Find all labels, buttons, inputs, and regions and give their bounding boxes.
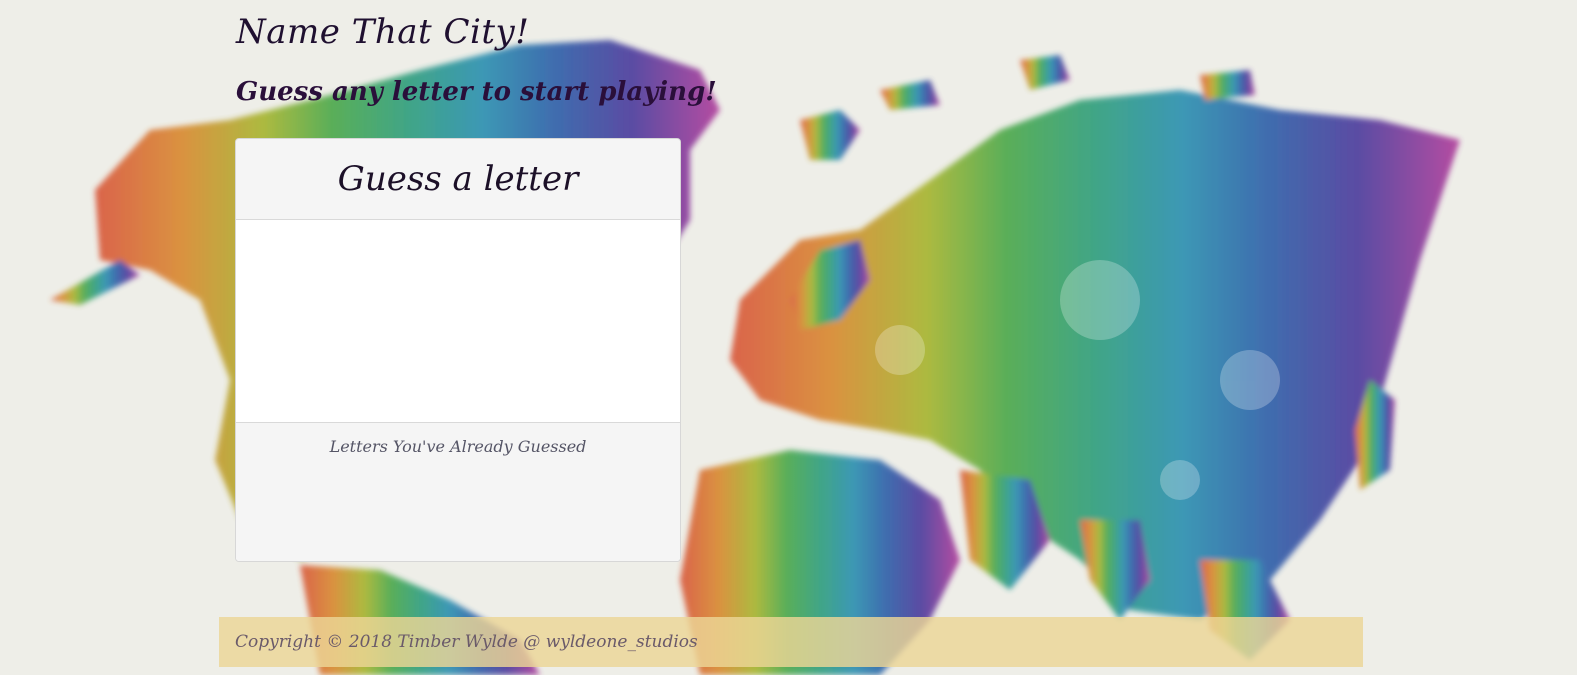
panel-heading: Guess a letter [236,139,680,220]
guessed-letters-label: Letters You've Already Guessed [329,437,587,456]
game-panel: Guess a letter Letters You've Already Gu… [235,138,681,562]
current-word-area [236,220,680,423]
page-title: Name That City! [236,12,530,52]
footer: Copyright © 2018 Timber Wylde @ wyldeone… [219,617,1363,667]
instructions-subtitle: Guess any letter to start playing! [236,77,717,107]
guessed-letters-area: Letters You've Already Guessed [236,423,680,561]
copyright-text: Copyright © 2018 Timber Wylde @ wyldeone… [235,632,698,652]
